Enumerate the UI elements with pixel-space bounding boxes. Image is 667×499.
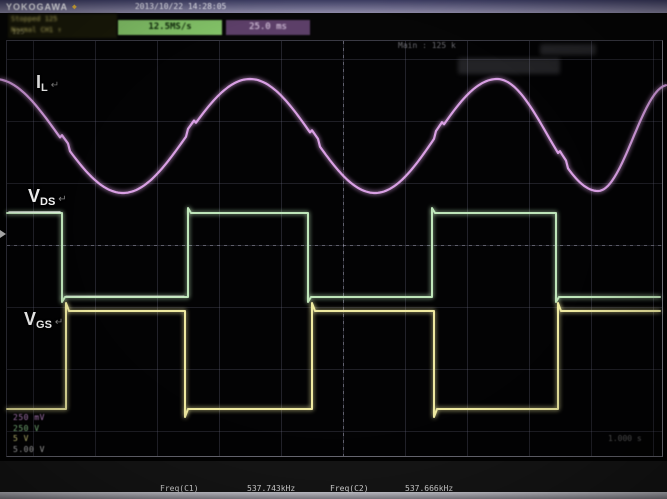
measurement-bar: Freq(C1) Rise(C2) P-P(C3) 537.743kHz 17.… (0, 461, 667, 492)
label-il: IL↵ (36, 72, 59, 94)
sample-rate-block: 12.5MS/s (118, 20, 222, 35)
bottom-bezel-strip (0, 492, 667, 499)
center-vertical-gridline (343, 41, 344, 456)
graticule (6, 40, 663, 457)
acquisition-status-line2: Normal CH1 ↑ (11, 25, 117, 36)
channel-scale-vds: 250 V (13, 424, 45, 435)
return-mark-icon: ↵ (51, 80, 59, 91)
status-bar: Stopped 125 Normal CH1 ↑ 12.5MS/s 25.0 m… (0, 13, 667, 40)
brand-diamond-icon: ◆ (72, 2, 77, 11)
photo-smudge (540, 44, 596, 55)
header-scrap-text: 125 (12, 28, 25, 36)
return-mark-icon: ↵ (58, 194, 66, 205)
brand-logo: YOKOGAWA (6, 2, 68, 12)
center-horizontal-gridline (7, 245, 662, 246)
channel-scale-aux: 5.00 V (13, 445, 45, 456)
datetime-readout: 2013/10/22 14:28:05 (135, 2, 227, 11)
photo-smudge (458, 58, 560, 74)
trigger-level-marker (0, 230, 6, 238)
record-length-readout: Main : 125 k (398, 41, 456, 50)
right-edge-readout: 1.000 s (608, 434, 642, 443)
return-mark-icon: ↵ (55, 317, 63, 328)
channel-scale-vgs: 5 V (13, 434, 45, 445)
acquisition-status-line1: Stopped 125 (11, 14, 117, 25)
time-window-block: 25.0 ms (226, 20, 310, 35)
channel-scale-il: 250 mV (13, 413, 45, 424)
oscilloscope-screen: YOKOGAWA ◆ 2013/10/22 14:28:05 Stopped 1… (0, 0, 667, 499)
label-vds: VDS↵ (28, 186, 67, 208)
label-vgs: VGS↵ (24, 309, 63, 331)
title-bar: YOKOGAWA ◆ 2013/10/22 14:28:05 (0, 0, 667, 13)
channel-scale-list: 250 mV 250 V 5 V 5.00 V (13, 413, 45, 455)
